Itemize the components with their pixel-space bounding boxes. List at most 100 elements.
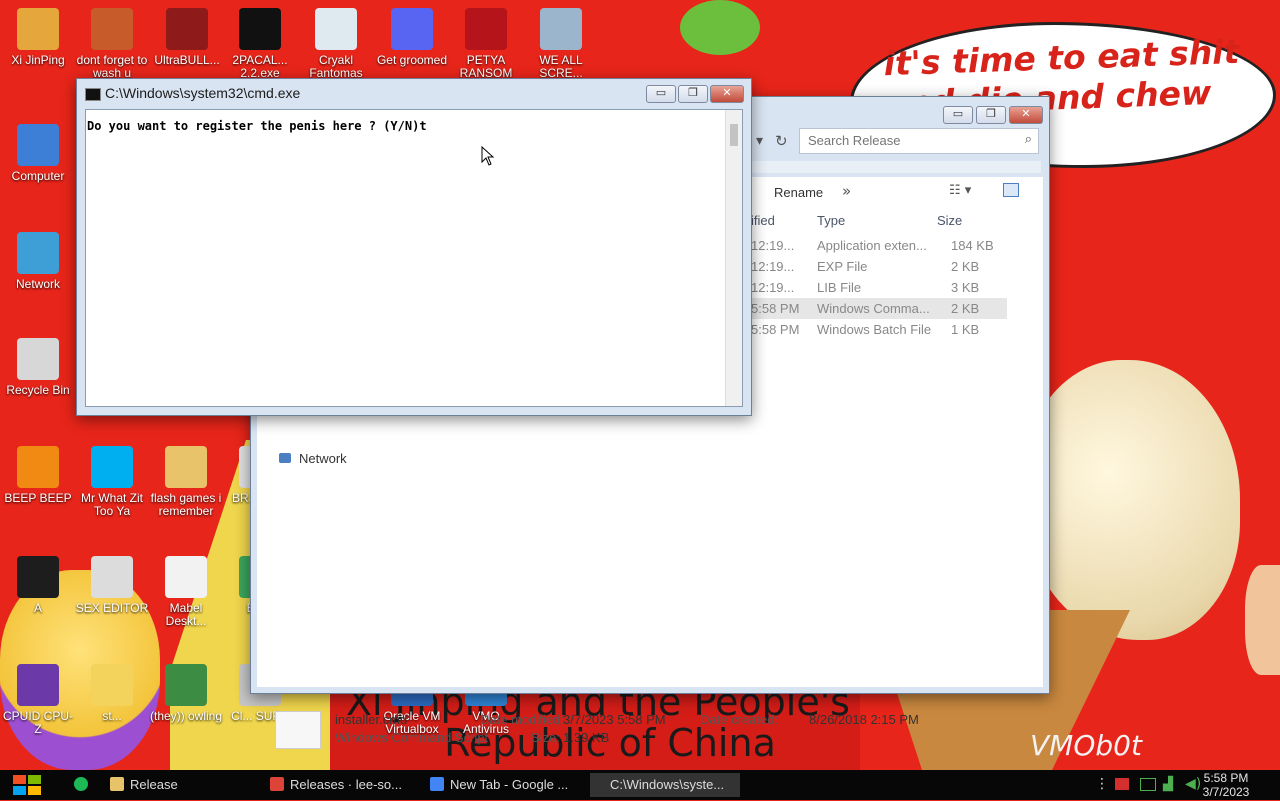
- more-commands-button[interactable]: »: [842, 183, 851, 199]
- file-row[interactable]: 12:19... EXP File 2 KB: [751, 256, 1007, 277]
- file-modified: 5:58 PM: [751, 301, 800, 316]
- refresh-icon[interactable]: ↻: [775, 133, 788, 149]
- details-size-value: 1.39 KB: [563, 730, 610, 745]
- desktop-icon[interactable]: A: [0, 556, 76, 615]
- cmd-console[interactable]: Do you want to register the penis here ?…: [85, 109, 743, 407]
- desktop-icon-image: [17, 338, 59, 380]
- search-input[interactable]: [800, 129, 1010, 153]
- desktop-icon[interactable]: Mabel Deskt...: [148, 556, 224, 628]
- network-tray-icon[interactable]: ▟: [1163, 777, 1173, 793]
- cartoon-character-top: [680, 0, 760, 55]
- desktop-icon[interactable]: Network: [0, 232, 76, 291]
- file-size: 2 KB: [951, 259, 980, 274]
- desktop-icon[interactable]: 2PACAL... 2.2.exe: [222, 8, 298, 80]
- cmd-title: C:\Windows\system32\cmd.exe: [105, 85, 301, 101]
- desktop-icon-label: Computer: [11, 169, 65, 183]
- desktop-icon[interactable]: CPUID CPU-Z: [0, 664, 76, 736]
- taskbar-item[interactable]: C:\Windows\syste...: [590, 773, 740, 797]
- column-modified[interactable]: ified: [751, 213, 775, 229]
- file-type: Application exten...: [817, 238, 927, 253]
- desktop-icon-image: [17, 446, 59, 488]
- file-row[interactable]: 5:58 PM Windows Batch File 1 KB: [751, 319, 1007, 340]
- details-created-label: Date created:: [700, 712, 779, 727]
- mouse-cursor: [481, 145, 495, 170]
- desktop-icon[interactable]: WE ALL SCRE...: [523, 8, 599, 80]
- desktop-icon[interactable]: dont forget to wash u: [74, 8, 150, 80]
- clock[interactable]: 5:58 PM 3/7/2023: [1196, 771, 1256, 799]
- cartoon-character-right: [1245, 565, 1280, 675]
- desktop-icon-image: [391, 8, 433, 50]
- desktop-icon[interactable]: Mr What Zit Too Ya: [74, 446, 150, 518]
- file-type: EXP File: [817, 259, 868, 274]
- cmd-window[interactable]: C:\Windows\system32\cmd.exe ▭ ❐ ✕ Do you…: [76, 78, 752, 416]
- network-icon[interactable]: [279, 453, 291, 463]
- cmd-prompt-text: Do you want to register the penis here ?…: [87, 119, 427, 133]
- desktop-icon[interactable]: BEEP BEEP: [0, 446, 76, 505]
- tray-overflow-icon[interactable]: ⋮: [1095, 775, 1109, 793]
- desktop-icon[interactable]: Cryakl Fantomas: [298, 8, 374, 80]
- close-button[interactable]: ✕: [1009, 106, 1043, 124]
- nav-network[interactable]: Network: [299, 451, 347, 467]
- minimize-button[interactable]: ▭: [943, 106, 973, 124]
- desktop-icon-image: [165, 664, 207, 706]
- search-icon[interactable]: ⌕: [1025, 132, 1032, 148]
- maximize-button[interactable]: ❐: [976, 106, 1006, 124]
- desktop-icon[interactable]: Computer: [0, 124, 76, 183]
- preview-pane-icon[interactable]: [1003, 183, 1019, 197]
- desktop-icon[interactable]: Recycle Bin: [0, 338, 76, 397]
- file-modified: 12:19...: [751, 259, 795, 274]
- desktop-icon[interactable]: SEX EDITOR: [74, 556, 150, 615]
- spotify-icon[interactable]: [74, 777, 88, 791]
- desktop-icon-label: A: [33, 601, 42, 615]
- file-row[interactable]: 5:58 PM Windows Comma... 2 KB: [751, 298, 1007, 319]
- file-row[interactable]: 12:19... Application exten... 184 KB: [751, 235, 1007, 256]
- desktop-icon-label: Network: [15, 277, 60, 291]
- cmd-scrollbar[interactable]: [725, 110, 742, 406]
- taskbar-item-icon: [270, 777, 284, 791]
- desktop-icon-label: BEEP BEEP: [4, 491, 72, 505]
- desktop-icon[interactable]: (they)) owling: [148, 664, 224, 723]
- view-options-icon[interactable]: ☷ ▾: [949, 183, 971, 199]
- cmd-minimize-button[interactable]: ▭: [646, 85, 676, 103]
- back-icon[interactable]: ▾: [756, 133, 763, 149]
- details-created-value: 8/26/2018 2:15 PM: [809, 712, 919, 727]
- taskbar-item[interactable]: New Tab - Google ...: [430, 773, 580, 797]
- nav-strip: [751, 161, 1041, 173]
- desktop-icon[interactable]: st...: [74, 664, 150, 723]
- desktop-icon-image: [17, 664, 59, 706]
- taskbar-item-label: Release: [130, 777, 178, 792]
- desktop-icon[interactable]: Xi JinPing: [0, 8, 76, 67]
- desktop-icon-label: WE ALL SCRE...: [539, 53, 583, 80]
- desktop-icon-label: 2PACAL... 2.2.exe: [232, 53, 288, 80]
- cmd-close-button[interactable]: ✕: [710, 85, 744, 103]
- search-box[interactable]: ⌕: [799, 128, 1039, 154]
- taskbar-item-label: New Tab - Google ...: [450, 777, 569, 792]
- cmd-icon: [85, 88, 101, 101]
- desktop-icon-image: [17, 556, 59, 598]
- flag-icon[interactable]: [1115, 778, 1129, 790]
- file-modified: 12:19...: [751, 238, 795, 253]
- file-size: 1 KB: [951, 322, 980, 337]
- desktop-icon-image: [166, 8, 208, 50]
- start-button[interactable]: [12, 773, 42, 797]
- cmd-titlebar[interactable]: C:\Windows\system32\cmd.exe ▭ ❐ ✕: [77, 79, 751, 107]
- desktop-icon[interactable]: PETYA RANSOM: [448, 8, 524, 80]
- desktop-icon-image: [239, 8, 281, 50]
- desktop-icon[interactable]: flash games i remember: [148, 446, 224, 518]
- clock-time: 5:58 PM: [1203, 771, 1249, 785]
- file-row[interactable]: 12:19... LIB File 3 KB: [751, 277, 1007, 298]
- taskbar-item[interactable]: Releases · lee-so...: [270, 773, 420, 797]
- desktop-icon-label: Cryakl Fantomas: [309, 53, 363, 80]
- details-kind: Windows Command Script: [335, 730, 489, 745]
- column-type[interactable]: Type: [817, 213, 845, 229]
- taskbar-item-icon: [590, 777, 604, 791]
- desktop-icon-label: SEX EDITOR: [75, 601, 149, 615]
- desktop-icon[interactable]: Get groomed: [374, 8, 450, 67]
- taskbar-item[interactable]: Release: [110, 773, 260, 797]
- column-size[interactable]: Size: [937, 213, 962, 229]
- cmd-maximize-button[interactable]: ❐: [678, 85, 708, 103]
- rename-button[interactable]: Rename: [774, 185, 823, 201]
- scroll-thumb[interactable]: [730, 124, 738, 146]
- monitor-icon[interactable]: [1140, 778, 1156, 791]
- desktop-icon[interactable]: UltraBULL...: [149, 8, 225, 67]
